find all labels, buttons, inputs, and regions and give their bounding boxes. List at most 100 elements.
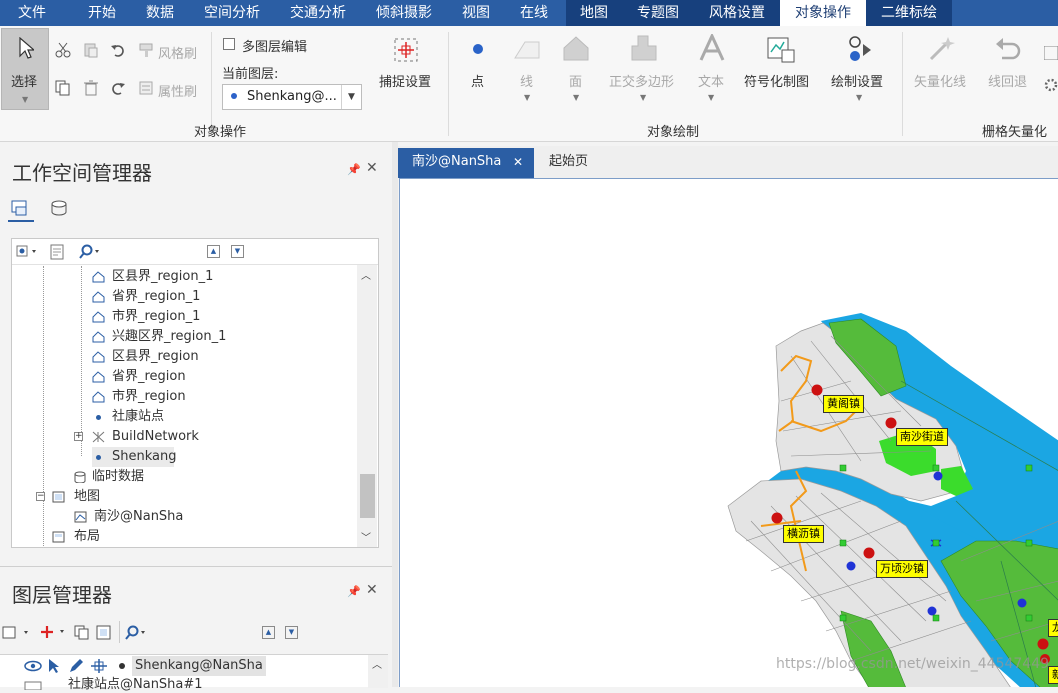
menu-data[interactable]: 数据 (134, 0, 186, 26)
collapse-icon[interactable]: − (36, 492, 45, 501)
expand-icon[interactable]: + (74, 432, 83, 441)
map-graphic[interactable] (400, 179, 1058, 687)
map-label-hengli[interactable]: 横沥镇 (783, 525, 824, 543)
menu-thematic-map[interactable]: 专题图 (622, 0, 694, 26)
workspace-tree-tab-icon[interactable] (10, 198, 30, 218)
layer-scrollbar[interactable]: ︿ (368, 655, 388, 688)
snappable-icon[interactable] (90, 658, 108, 674)
map-canvas[interactable]: 黄阁镇 南沙街道 横沥镇 万顷沙镇 龙 新 (399, 178, 1058, 687)
chevron-down-icon[interactable]: ▼ (341, 85, 361, 109)
search-icon[interactable] (124, 625, 150, 641)
pin-icon[interactable]: 📌 (347, 163, 361, 176)
close-icon[interactable]: ✕ (366, 582, 378, 598)
group-raster-vectorization: 栅格矢量化 (982, 125, 1048, 140)
select-label: 选择 (11, 75, 38, 90)
plus-icon[interactable] (40, 624, 70, 640)
region-icon (92, 291, 105, 303)
move-up-icon[interactable]: ▲ (262, 626, 275, 639)
map-label-xin[interactable]: 新 (1048, 666, 1058, 684)
document-icon[interactable] (50, 244, 64, 260)
undo-icon[interactable] (110, 42, 126, 58)
view-options-icon[interactable] (16, 245, 38, 259)
copy-icon[interactable] (55, 80, 71, 96)
point-draw-icon[interactable] (473, 44, 483, 54)
gear-icon[interactable] (1044, 78, 1058, 92)
menu-object-operations[interactable]: 对象操作 (780, 0, 866, 26)
move-up-icon[interactable]: ▲ (207, 245, 220, 258)
active-tab-indicator (8, 220, 34, 222)
cut-icon[interactable] (55, 42, 71, 58)
menu-spatial-analysis[interactable]: 空间分析 (192, 0, 272, 26)
map-label-nansha-street[interactable]: 南沙街道 (896, 428, 948, 446)
pin-icon[interactable]: 📌 (347, 585, 361, 598)
map-label-long[interactable]: 龙 (1048, 619, 1058, 637)
snap-settings-icon[interactable] (392, 36, 420, 64)
move-down-icon[interactable]: ▼ (231, 245, 244, 258)
menu-online[interactable]: 在线 (508, 0, 560, 26)
visibility-eye-icon[interactable] (24, 660, 42, 672)
editable-pencil-icon[interactable] (68, 658, 84, 674)
panel-divider (0, 566, 392, 567)
select-button[interactable]: 选择 ▼ (1, 28, 49, 110)
tree-item-label: 布局 (74, 529, 101, 544)
orthogonal-polygon-label[interactable]: 正交多边形 (609, 71, 674, 90)
map-label-huangge[interactable]: 黄阁镇 (823, 395, 864, 413)
workspace-manager-title: 工作空间管理器 (12, 161, 152, 185)
layer-row-name[interactable]: Shenkang@NanSha (132, 656, 266, 676)
polygon-draw-label[interactable]: 面 (569, 71, 582, 90)
move-down-icon[interactable]: ▼ (285, 626, 298, 639)
paste-icon[interactable] (83, 42, 99, 58)
tab-map-nansha[interactable]: 南沙@NanSha ✕ (398, 148, 534, 178)
splitter[interactable] (392, 142, 398, 687)
menu-start[interactable]: 开始 (70, 0, 134, 26)
symbol-mapping-icon[interactable] (766, 34, 796, 64)
menu-2d-plotting[interactable]: 二维标绘 (866, 0, 952, 26)
scroll-up-icon[interactable]: ︿ (361, 267, 371, 282)
close-icon[interactable]: ✕ (366, 160, 378, 176)
multi-layer-edit-checkbox[interactable] (223, 38, 235, 50)
layer-properties-icon[interactable] (96, 625, 112, 641)
menu-view[interactable]: 视图 (450, 0, 502, 26)
layer-list: Shenkang@NanSha 社康站点@NanSha#1 ︿ (0, 654, 388, 692)
tree-scroll-thumb[interactable] (360, 474, 375, 518)
current-layer-select[interactable]: Shenkang@... ▼ (222, 84, 362, 110)
snap-settings-label[interactable]: 捕捉设置 (379, 71, 431, 90)
text-draw-label[interactable]: 文本 (698, 71, 724, 90)
raster-settings-icon[interactable] (1044, 46, 1058, 60)
delete-icon[interactable] (83, 80, 99, 96)
text-draw-icon[interactable] (698, 34, 726, 62)
tab-start-page[interactable]: 起始页 (535, 148, 615, 178)
vectorize-line-icon[interactable] (928, 34, 956, 62)
map-label-wanqingsha[interactable]: 万顷沙镇 (876, 560, 928, 578)
menu-style-settings[interactable]: 风格设置 (694, 0, 780, 26)
vectorize-line-label[interactable]: 矢量化线 (914, 71, 966, 90)
layer-row-name[interactable]: 社康站点@NanSha#1 (68, 677, 203, 693)
add-layer-icon[interactable] (2, 625, 32, 641)
line-draw-icon[interactable] (513, 34, 541, 62)
tree-item-selected[interactable]: Shenkang (92, 447, 177, 467)
selectable-icon[interactable] (46, 658, 62, 674)
watermark-text: https://blog.csdn.net/weixin_44547449 (776, 656, 1050, 672)
menu-file[interactable]: 文件 (0, 0, 64, 26)
line-draw-label[interactable]: 线 (520, 71, 533, 90)
draw-settings-icon[interactable] (845, 34, 875, 64)
copy-layer-icon[interactable] (74, 625, 90, 641)
close-icon[interactable]: ✕ (513, 148, 523, 176)
menu-map[interactable]: 地图 (566, 0, 622, 26)
line-backtrack-label[interactable]: 线回退 (988, 71, 1027, 90)
point-draw-label[interactable]: 点 (471, 71, 484, 90)
point-icon (96, 455, 101, 460)
scroll-down-icon[interactable]: ﹀ (361, 529, 371, 544)
scroll-up-icon[interactable]: ︿ (372, 656, 382, 671)
polygon-draw-icon[interactable] (562, 34, 590, 62)
redo-icon[interactable] (110, 80, 126, 96)
tab-label: 起始页 (549, 154, 589, 169)
symbol-mapping-label[interactable]: 符号化制图 (744, 71, 809, 90)
draw-settings-label[interactable]: 绘制设置 (831, 71, 883, 90)
orthogonal-polygon-icon[interactable] (630, 34, 658, 62)
line-backtrack-icon[interactable] (994, 34, 1022, 62)
database-tab-icon[interactable] (48, 198, 68, 218)
menu-traffic-analysis[interactable]: 交通分析 (278, 0, 358, 26)
menu-oblique-photo[interactable]: 倾斜摄影 (364, 0, 444, 26)
search-icon[interactable] (78, 244, 104, 260)
